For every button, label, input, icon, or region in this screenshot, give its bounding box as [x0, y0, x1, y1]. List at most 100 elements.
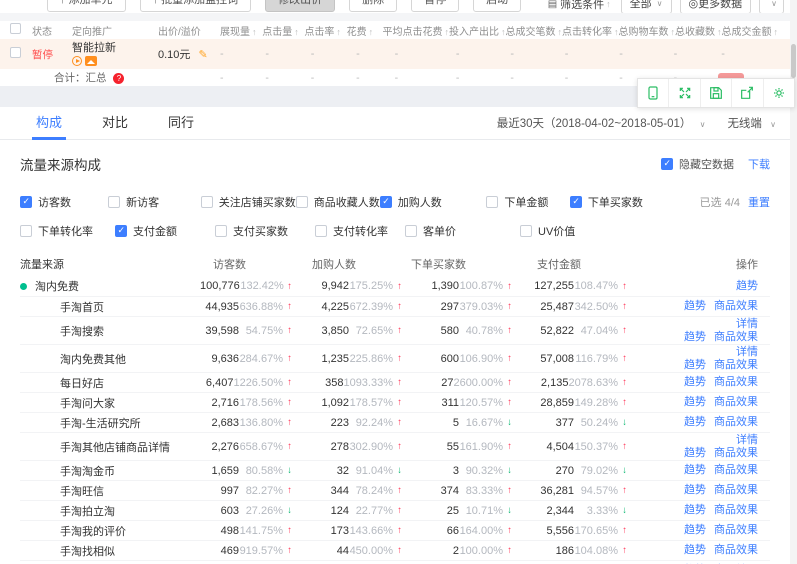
action-link[interactable]: 商品效果 — [714, 416, 758, 428]
metric-filter-6[interactable]: UV价值 — [520, 223, 610, 239]
metric-filter-1[interactable]: 访客数 — [20, 194, 108, 210]
sort-icon[interactable]: ↑ — [336, 27, 341, 37]
checkbox-icon[interactable] — [215, 225, 227, 237]
action-link[interactable]: 趋势 — [684, 376, 706, 388]
traffic-source-name[interactable]: 手淘我的评价 — [20, 523, 200, 539]
action-link[interactable]: 趋势 — [684, 484, 706, 496]
toolbar-button[interactable]: 暂停 — [411, 0, 459, 12]
metric-filter-2[interactable]: 新访客 — [108, 194, 201, 210]
collapse-button[interactable]: ∨ — [759, 0, 784, 14]
action-link[interactable]: 商品效果 — [714, 447, 758, 459]
sort-icon[interactable]: ↑ — [252, 27, 257, 37]
action-link[interactable]: 趋势 — [684, 524, 706, 536]
checkbox-icon[interactable] — [108, 196, 120, 208]
checkbox-checked-icon[interactable] — [20, 196, 32, 208]
tab-composition[interactable]: 构成 — [36, 107, 62, 140]
traffic-source-name[interactable]: 手淘淘金币 — [20, 463, 200, 479]
action-link[interactable]: 趋势 — [684, 544, 706, 556]
select-all-checkbox[interactable] — [10, 23, 21, 34]
checkbox-icon[interactable] — [201, 196, 213, 208]
share-icon[interactable] — [732, 79, 763, 107]
traffic-source-name[interactable]: 手淘其他店铺商品详情 — [20, 439, 200, 455]
more-data-button[interactable]: ◎ 更多数据 — [680, 0, 752, 14]
play-icon[interactable] — [72, 56, 82, 66]
campaign-name[interactable]: 智能拉新 — [72, 42, 158, 54]
traffic-source-name[interactable]: 手淘-生活研究所 — [20, 415, 200, 431]
fullscreen-icon[interactable] — [669, 79, 700, 107]
help-icon[interactable]: ? — [113, 73, 124, 84]
action-link[interactable]: 商品效果 — [714, 359, 758, 371]
toolbar-button[interactable]: ↑ 批量添加监控词 — [140, 0, 252, 12]
traffic-source-name[interactable]: 手淘找相似 — [20, 543, 200, 559]
tab-peers[interactable]: 同行 — [168, 107, 194, 140]
row-checkbox[interactable] — [10, 47, 21, 58]
traffic-source-name[interactable]: 淘内免费其他 — [20, 351, 200, 367]
checkbox-checked-icon[interactable] — [115, 225, 127, 237]
metric-filter-6[interactable]: 下单金额 — [486, 194, 569, 210]
metric-filter-7[interactable]: 下单买家数 — [570, 194, 700, 210]
filter-conditions-button[interactable]: ▤ 筛选条件 ↑ — [548, 0, 611, 14]
sort-icon[interactable]: ↑ — [369, 27, 374, 37]
download-link[interactable]: 下载 — [748, 156, 770, 172]
action-link[interactable]: 趋势 — [684, 331, 706, 343]
action-link[interactable]: 商品效果 — [714, 484, 758, 496]
edit-icon[interactable]: ✎ — [198, 49, 207, 61]
traffic-source-name[interactable]: 手淘首页 — [20, 299, 200, 315]
traffic-source-name[interactable]: 淘内免费 — [20, 278, 200, 294]
metric-filter-5[interactable]: 加购人数 — [380, 194, 487, 210]
checkbox-icon[interactable] — [486, 196, 498, 208]
action-link[interactable]: 商品效果 — [714, 464, 758, 476]
action-link[interactable]: 商品效果 — [714, 524, 758, 536]
sort-icon[interactable]: ↑ — [773, 27, 778, 37]
action-link[interactable]: 商品效果 — [714, 544, 758, 556]
action-link[interactable]: 趋势 — [684, 464, 706, 476]
checkbox-icon[interactable] — [315, 225, 327, 237]
checkbox-icon[interactable] — [405, 225, 417, 237]
action-link[interactable]: 详情 — [736, 318, 758, 330]
metric-filter-1[interactable]: 下单转化率 — [20, 223, 115, 239]
checkbox-checked-icon[interactable] — [380, 196, 392, 208]
traffic-source-name[interactable]: 手淘旺信 — [20, 483, 200, 499]
action-link[interactable]: 趋势 — [684, 504, 706, 516]
page-scrollbar-thumb[interactable] — [791, 44, 796, 78]
action-link[interactable]: 商品效果 — [714, 396, 758, 408]
toolbar-button[interactable]: ↑ 添加单元 — [47, 0, 126, 12]
action-link[interactable]: 趋势 — [684, 359, 706, 371]
action-link[interactable]: 详情 — [736, 346, 758, 358]
filter-dropdown[interactable]: 全部 ∨ — [621, 0, 672, 14]
action-link[interactable]: 趋势 — [684, 300, 706, 312]
metric-filter-2[interactable]: 支付金额 — [115, 223, 215, 239]
sort-icon[interactable]: ↑ — [294, 27, 299, 37]
checkbox-icon[interactable] — [520, 225, 532, 237]
action-link[interactable]: 趋势 — [684, 396, 706, 408]
toolbar-button[interactable]: 删除 — [349, 0, 397, 12]
checkbox-icon[interactable] — [296, 196, 308, 208]
metric-filter-3[interactable]: 支付买家数 — [215, 223, 315, 239]
traffic-source-name[interactable]: 手淘拍立淘 — [20, 503, 200, 519]
terminal-selector[interactable]: 无线端 ∨ — [727, 115, 776, 131]
traffic-source-name[interactable]: 每日好店 — [20, 375, 200, 391]
hide-empty-checkbox[interactable] — [661, 158, 673, 170]
action-link[interactable]: 商品效果 — [714, 331, 758, 343]
action-link[interactable]: 商品效果 — [714, 376, 758, 388]
tab-compare[interactable]: 对比 — [102, 107, 128, 140]
toolbar-button[interactable]: 修改出价 — [265, 0, 335, 12]
metric-filter-4[interactable]: 支付转化率 — [315, 223, 405, 239]
save-icon[interactable] — [701, 79, 732, 107]
checkbox-checked-icon[interactable] — [570, 196, 582, 208]
metric-filter-4[interactable]: 商品收藏人数 — [296, 194, 380, 210]
mobile-preview-icon[interactable] — [638, 79, 669, 107]
action-link[interactable]: 详情 — [736, 434, 758, 446]
toolbar-button[interactable]: 启动 — [473, 0, 521, 12]
date-range-selector[interactable]: 最近30天（2018-04-02~2018-05-01） ∨ — [497, 115, 706, 131]
metric-filter-5[interactable]: 客单价 — [405, 223, 520, 239]
reset-link[interactable]: 重置 — [748, 197, 770, 209]
checkbox-icon[interactable] — [20, 225, 32, 237]
action-link[interactable]: 趋势 — [684, 416, 706, 428]
action-link[interactable]: 商品效果 — [714, 300, 758, 312]
action-link[interactable]: 商品效果 — [714, 504, 758, 516]
action-link[interactable]: 趋势 — [736, 280, 758, 292]
traffic-source-name[interactable]: 手淘搜索 — [20, 323, 200, 339]
traffic-source-name[interactable]: 手淘问大家 — [20, 395, 200, 411]
metric-filter-3[interactable]: 关注店铺买家数 — [201, 194, 296, 210]
